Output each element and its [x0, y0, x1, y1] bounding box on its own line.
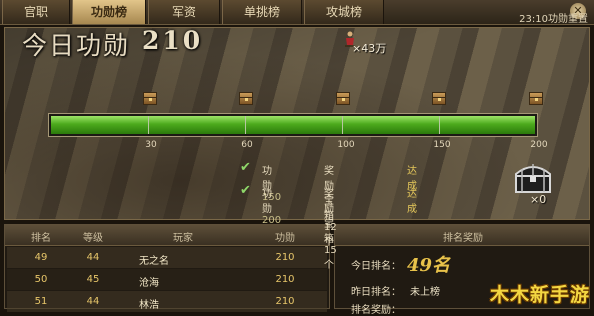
treasure-count: ×0: [530, 193, 547, 206]
honor-value: 210: [142, 26, 204, 55]
reward-name: 奖励宝箱15个: [324, 189, 337, 271]
cell-player[interactable]: 沧海: [139, 274, 159, 289]
tab-duel-ranking[interactable]: 单挑榜: [222, 0, 302, 24]
treasure-chest-icon[interactable]: [512, 160, 554, 196]
chest-icon-60[interactable]: [239, 92, 253, 105]
checkmark-icon: ✔: [240, 160, 251, 175]
today-rank-label: 今日排名：: [351, 261, 401, 272]
progress-divider: [342, 116, 343, 134]
cell-honor: 210: [275, 252, 295, 263]
troop-bonus: ×43万: [352, 42, 387, 55]
tab-siege-ranking[interactable]: 攻城榜: [304, 0, 384, 24]
reset-time-text: 23:10功勋重置: [519, 14, 588, 25]
table-header: 排名 等级 玩家 功勋: [5, 225, 329, 246]
progress-tick: 60: [241, 140, 253, 150]
chest-icon-150[interactable]: [432, 92, 446, 105]
progress-divider: [148, 116, 149, 134]
header-level: 等级: [83, 233, 103, 244]
cell-rank: 49: [34, 252, 48, 263]
reward-threshold: 功勋200: [262, 189, 282, 226]
progress-divider: [439, 116, 440, 134]
chest-icon-100[interactable]: [336, 92, 350, 105]
tab-bar: 官职 功勋榜 军资 单挑榜 攻城榜 ✕: [0, 0, 594, 25]
chest-icon-30[interactable]: [143, 92, 157, 105]
progress-tick: 100: [337, 140, 355, 150]
honor-progress-bar: [49, 114, 537, 136]
tab-supplies[interactable]: 军资: [148, 0, 220, 24]
honor-ranking-table: 排名 等级 玩家 功勋 49 44 无之名 210 50 45 沧海 210 5…: [4, 224, 330, 312]
cell-rank: 51: [34, 296, 48, 307]
header-player: 玩家: [173, 233, 193, 244]
cell-level: 44: [86, 252, 100, 263]
rank-reward-title: 排名奖励: [443, 233, 483, 244]
table-row[interactable]: 49 44 无之名 210: [7, 247, 327, 268]
cell-honor: 210: [275, 296, 295, 307]
progress-fill: [51, 116, 535, 134]
yesterday-rank-value: 未上榜: [410, 287, 440, 298]
progress-tick: 30: [145, 140, 157, 150]
cell-honor: 210: [275, 274, 295, 285]
table-row[interactable]: 50 45 沧海 210: [7, 269, 327, 290]
cell-player[interactable]: 无之名: [139, 252, 169, 267]
cell-level: 45: [86, 274, 100, 285]
header-honor: 功勋: [275, 233, 295, 244]
honor-title: 今日功勋: [22, 31, 131, 60]
tab-rank-office[interactable]: 官职: [2, 0, 70, 24]
chest-icon-200[interactable]: [529, 92, 543, 105]
cell-level: 44: [86, 296, 100, 307]
tab-honor-ranking[interactable]: 功勋榜: [72, 0, 146, 24]
watermark-logo: 木木新手游: [489, 284, 590, 306]
reward-status: 达成: [407, 189, 417, 215]
cell-rank: 50: [34, 274, 48, 285]
checkmark-icon: ✔: [240, 183, 251, 198]
header-rank: 排名: [31, 233, 51, 244]
progress-tick: 200: [530, 140, 548, 150]
progress-tick: 150: [433, 140, 451, 150]
yesterday-rank-label: 昨日排名：: [351, 287, 401, 298]
progress-divider: [245, 116, 246, 134]
today-rank-value: 49名: [407, 255, 451, 276]
rank-reward-header: 排名奖励: [335, 225, 589, 246]
